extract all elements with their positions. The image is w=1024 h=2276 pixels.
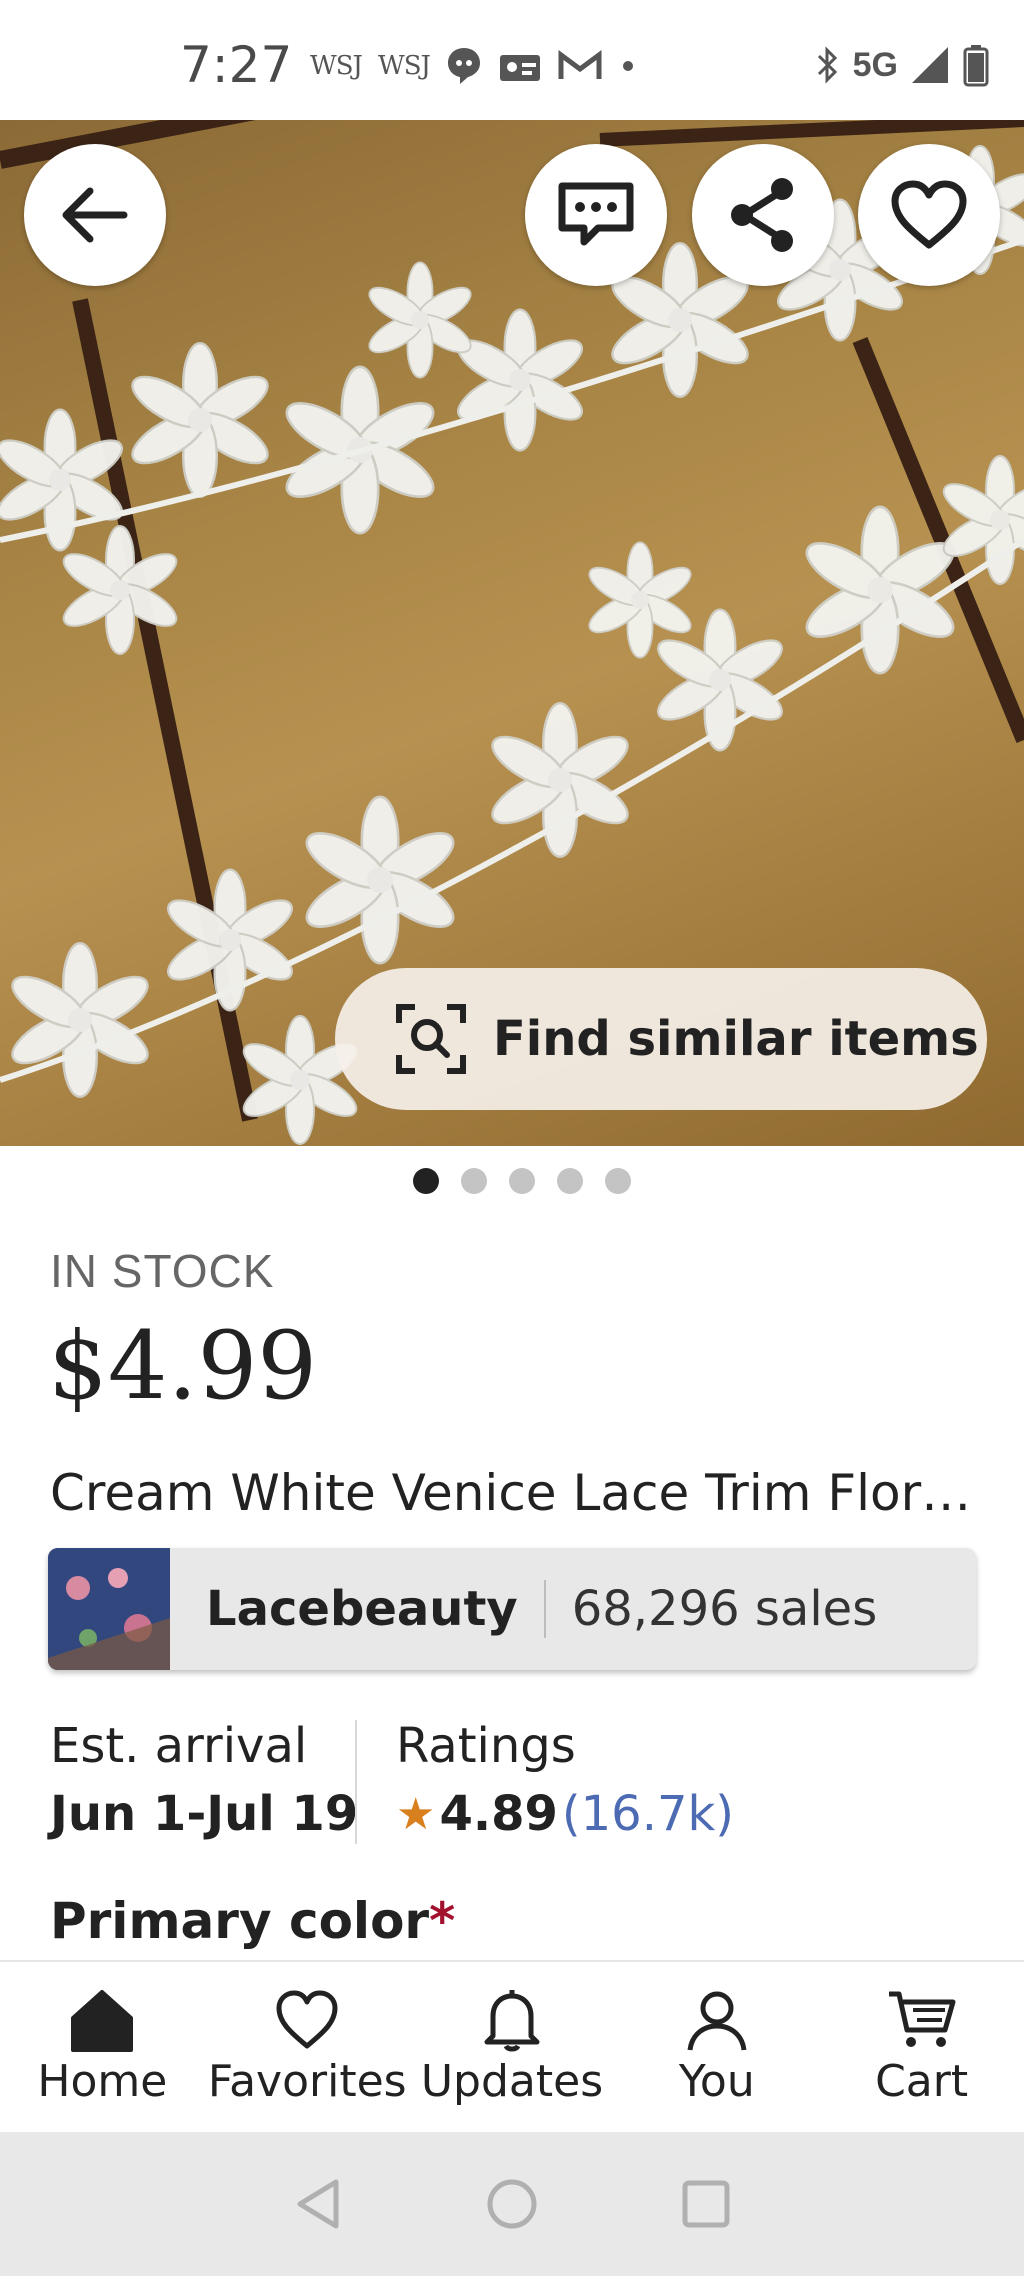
nav-you[interactable]: You: [614, 1962, 819, 2132]
system-home-icon[interactable]: [484, 2176, 540, 2232]
carousel-dot[interactable]: [461, 1168, 487, 1194]
system-navigation-bar: [0, 2132, 1024, 2276]
wsj-notification-icon: WSJ: [310, 51, 363, 81]
shop-thumbnail-image: [48, 1548, 170, 1670]
product-price: $4.99: [48, 1312, 318, 1421]
share-icon: [731, 178, 793, 252]
signal-icon: [912, 47, 948, 83]
shop-thumbnail: [48, 1548, 170, 1670]
nav-favorites[interactable]: Favorites: [205, 1962, 410, 2132]
shop-sales-count: 68,296 sales: [571, 1581, 878, 1637]
message-icon: [558, 182, 634, 246]
bluetooth-icon: [817, 46, 837, 84]
carousel-dot[interactable]: [557, 1168, 583, 1194]
nav-you-label: You: [678, 2056, 755, 2107]
battery-icon: [963, 45, 989, 87]
home-icon: [71, 1990, 134, 2052]
star-icon: ★: [396, 1789, 436, 1839]
primary-color-label: Primary color*: [50, 1892, 455, 1950]
chat-app-icon: [447, 48, 480, 84]
cart-icon: [888, 1991, 956, 2047]
more-notifications-dot-icon: [622, 61, 633, 71]
system-back-icon[interactable]: [292, 2176, 344, 2232]
notification-icons: WSJ WSJ: [310, 44, 638, 88]
nav-cart-label: Cart: [875, 2056, 969, 2107]
nav-cart[interactable]: Cart: [819, 1962, 1024, 2132]
system-status-icons: 5G: [815, 40, 990, 90]
system-recents-icon[interactable]: [680, 2178, 732, 2230]
rating-value: 4.89: [439, 1786, 558, 1842]
status-time: 7:27: [180, 36, 293, 94]
product-image-carousel[interactable]: Find similar items: [0, 120, 1024, 1146]
bottom-navigation: Home Favorites Updates You Cart: [0, 1960, 1024, 2132]
id-card-icon: [499, 55, 540, 81]
ratings-summary[interactable]: ★ 4.89 (16.7k): [396, 1786, 734, 1842]
carousel-dot[interactable]: [509, 1168, 535, 1194]
network-type: 5G: [852, 45, 898, 84]
rating-count-link[interactable]: (16.7k): [562, 1786, 734, 1842]
visual-search-icon: [396, 1004, 466, 1074]
user-icon: [687, 1991, 747, 2051]
nav-home-label: Home: [37, 2056, 168, 2107]
est-arrival-label: Est. arrival: [50, 1718, 308, 1774]
gmail-icon: [558, 50, 602, 79]
nav-favorites-label: Favorites: [207, 2056, 407, 2107]
product-title[interactable]: Cream White Venice Lace Trim Flora...: [50, 1464, 980, 1522]
message-seller-button[interactable]: [525, 144, 667, 286]
nav-updates[interactable]: Updates: [410, 1962, 615, 2132]
favorite-button[interactable]: [858, 144, 1000, 286]
share-button[interactable]: [692, 144, 834, 286]
heart-icon: [891, 180, 967, 249]
heart-icon: [276, 1990, 338, 2049]
carousel-dot[interactable]: [413, 1168, 439, 1194]
wsj-notification-icon: WSJ: [377, 51, 431, 81]
shop-name: Lacebeauty: [206, 1581, 518, 1637]
find-similar-label: Find similar items: [493, 1011, 979, 1067]
stock-status: IN STOCK: [50, 1245, 275, 1297]
back-button[interactable]: [24, 144, 166, 286]
carousel-indicator: [0, 1168, 1024, 1194]
arrow-left-icon: [62, 187, 128, 243]
find-similar-items-button[interactable]: Find similar items: [335, 968, 987, 1110]
required-marker: *: [429, 1892, 456, 1950]
nav-updates-label: Updates: [420, 2056, 604, 2107]
status-bar: 7:27 WSJ WSJ 5G: [0, 0, 1024, 120]
bell-icon: [484, 1990, 540, 2052]
shop-card[interactable]: Lacebeauty 68,296 sales: [48, 1548, 976, 1670]
nav-home[interactable]: Home: [0, 1962, 205, 2132]
shop-divider: [543, 1580, 546, 1638]
ratings-label: Ratings: [396, 1718, 576, 1774]
carousel-dot[interactable]: [605, 1168, 631, 1194]
primary-color-text: Primary color: [50, 1892, 430, 1950]
info-divider: [355, 1720, 357, 1844]
est-arrival-value: Jun 1-Jul 19: [50, 1786, 359, 1842]
